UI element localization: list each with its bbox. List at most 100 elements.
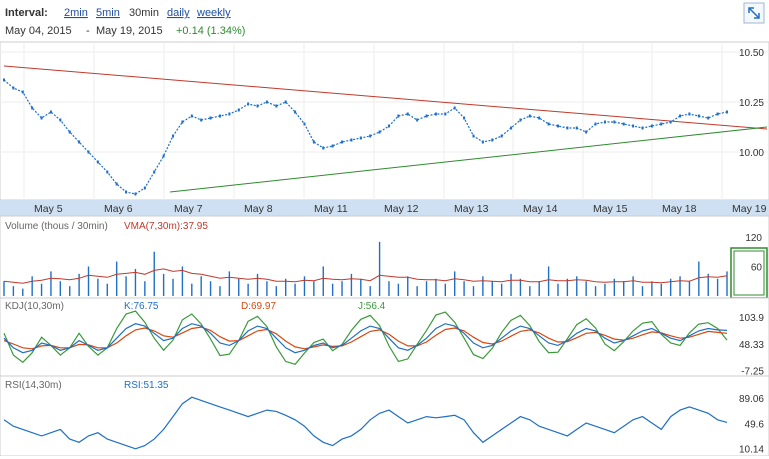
- price-point: [585, 130, 588, 134]
- price-point: [303, 122, 306, 126]
- interval-daily[interactable]: daily: [167, 7, 190, 19]
- price-point: [12, 86, 15, 90]
- price-point: [284, 100, 287, 104]
- price-point: [209, 116, 212, 120]
- volume-tick-label: 120: [745, 233, 762, 244]
- price-point: [106, 170, 109, 174]
- price-point: [463, 116, 466, 120]
- price-point: [603, 120, 606, 124]
- date-tick-label: May 13: [454, 203, 489, 215]
- price-point: [96, 160, 99, 164]
- price-point: [40, 116, 43, 120]
- price-point: [275, 104, 278, 108]
- price-point: [59, 118, 62, 122]
- price-point: [688, 112, 691, 116]
- price-point: [406, 112, 409, 116]
- kdj-tick-label: 103.9: [739, 313, 764, 324]
- range-separator: -: [86, 25, 90, 37]
- price-point: [218, 114, 221, 118]
- price-point: [181, 120, 184, 124]
- volume-panel: [0, 215, 769, 299]
- chart-canvas: Interval: 2min 5min 30min daily weekly May 0…: [0, 2, 769, 457]
- date-tick-label: May 19: [732, 203, 767, 215]
- price-point: [331, 144, 334, 148]
- price-point: [387, 124, 390, 128]
- price-point: [697, 114, 700, 118]
- range-end: May 19, 2015: [96, 25, 163, 37]
- price-point: [575, 126, 578, 130]
- price-point: [322, 146, 325, 150]
- price-point: [200, 118, 203, 122]
- price-point: [416, 118, 419, 122]
- price-point: [726, 110, 728, 114]
- price-point: [3, 78, 5, 82]
- price-point: [547, 122, 550, 126]
- price-point: [143, 186, 146, 190]
- price-point: [641, 126, 644, 130]
- price-point: [519, 118, 522, 122]
- price-point: [172, 134, 175, 138]
- price-point: [369, 134, 372, 138]
- range-start: May 04, 2015: [5, 25, 72, 37]
- stock-chart-widget: Interval: 2min 5min 30min daily weekly May 0…: [0, 0, 769, 457]
- expand-arrows-icon[interactable]: [743, 2, 765, 24]
- rsi-tick-label: 49.6: [745, 419, 765, 430]
- price-point: [425, 114, 428, 118]
- kdj-y-axis: 103.948.33-7.25: [739, 313, 764, 378]
- date-tick-label: May 5: [34, 203, 63, 215]
- price-point: [378, 130, 381, 134]
- price-point: [21, 90, 24, 94]
- price-panel: [0, 41, 769, 201]
- price-point: [153, 170, 156, 174]
- interval-2min[interactable]: 2min: [64, 7, 88, 19]
- price-point: [594, 122, 597, 126]
- price-point: [341, 140, 344, 144]
- price-point: [622, 122, 625, 126]
- rsi-value-label: RSI:51.35: [124, 380, 169, 391]
- volume-title: Volume (thous / 30min): [5, 221, 108, 232]
- rsi-tick-label: 10.14: [739, 445, 764, 456]
- price-point: [134, 192, 137, 196]
- rsi-panel: [0, 375, 769, 457]
- price-point: [190, 114, 193, 118]
- kdj-d-label: D:69.97: [241, 301, 276, 312]
- price-point: [510, 126, 513, 130]
- price-change: +0.14 (1.34%): [176, 25, 245, 37]
- kdj-title: KDJ(10,30m): [5, 301, 64, 312]
- price-point: [538, 116, 541, 120]
- price-point: [125, 190, 128, 194]
- date-tick-label: May 8: [244, 203, 273, 215]
- interval-5min[interactable]: 5min: [96, 7, 120, 19]
- price-point: [444, 112, 447, 116]
- price-point: [31, 106, 34, 110]
- price-point: [49, 110, 52, 114]
- interval-weekly[interactable]: weekly: [196, 7, 231, 19]
- price-point: [453, 106, 456, 110]
- price-point: [660, 122, 663, 126]
- price-point: [491, 138, 494, 142]
- price-point: [87, 150, 90, 154]
- price-point: [472, 134, 475, 138]
- price-point: [434, 112, 437, 116]
- price-point: [350, 138, 353, 142]
- price-point: [256, 104, 259, 108]
- volume-tick-label: 60: [751, 262, 763, 273]
- price-point: [632, 124, 635, 128]
- kdj-j-label: J:56.4: [358, 301, 386, 312]
- date-tick-label: May 14: [523, 203, 558, 215]
- interval-30min[interactable]: 30min: [129, 7, 159, 19]
- date-tick-label: May 11: [314, 203, 348, 215]
- price-point: [500, 134, 503, 138]
- date-tick-label: May 12: [384, 203, 419, 215]
- kdj-tick-label: 48.33: [739, 340, 764, 351]
- price-point: [679, 114, 682, 118]
- price-point: [312, 140, 315, 144]
- price-point: [528, 114, 531, 118]
- price-point: [162, 154, 165, 158]
- date-tick-label: May 18: [662, 203, 697, 215]
- vma-label: VMA(7,30m):37.95: [124, 221, 208, 232]
- price-point: [716, 112, 719, 116]
- price-point: [650, 124, 653, 128]
- rsi-title: RSI(14,30m): [5, 380, 62, 391]
- price-point: [707, 116, 710, 120]
